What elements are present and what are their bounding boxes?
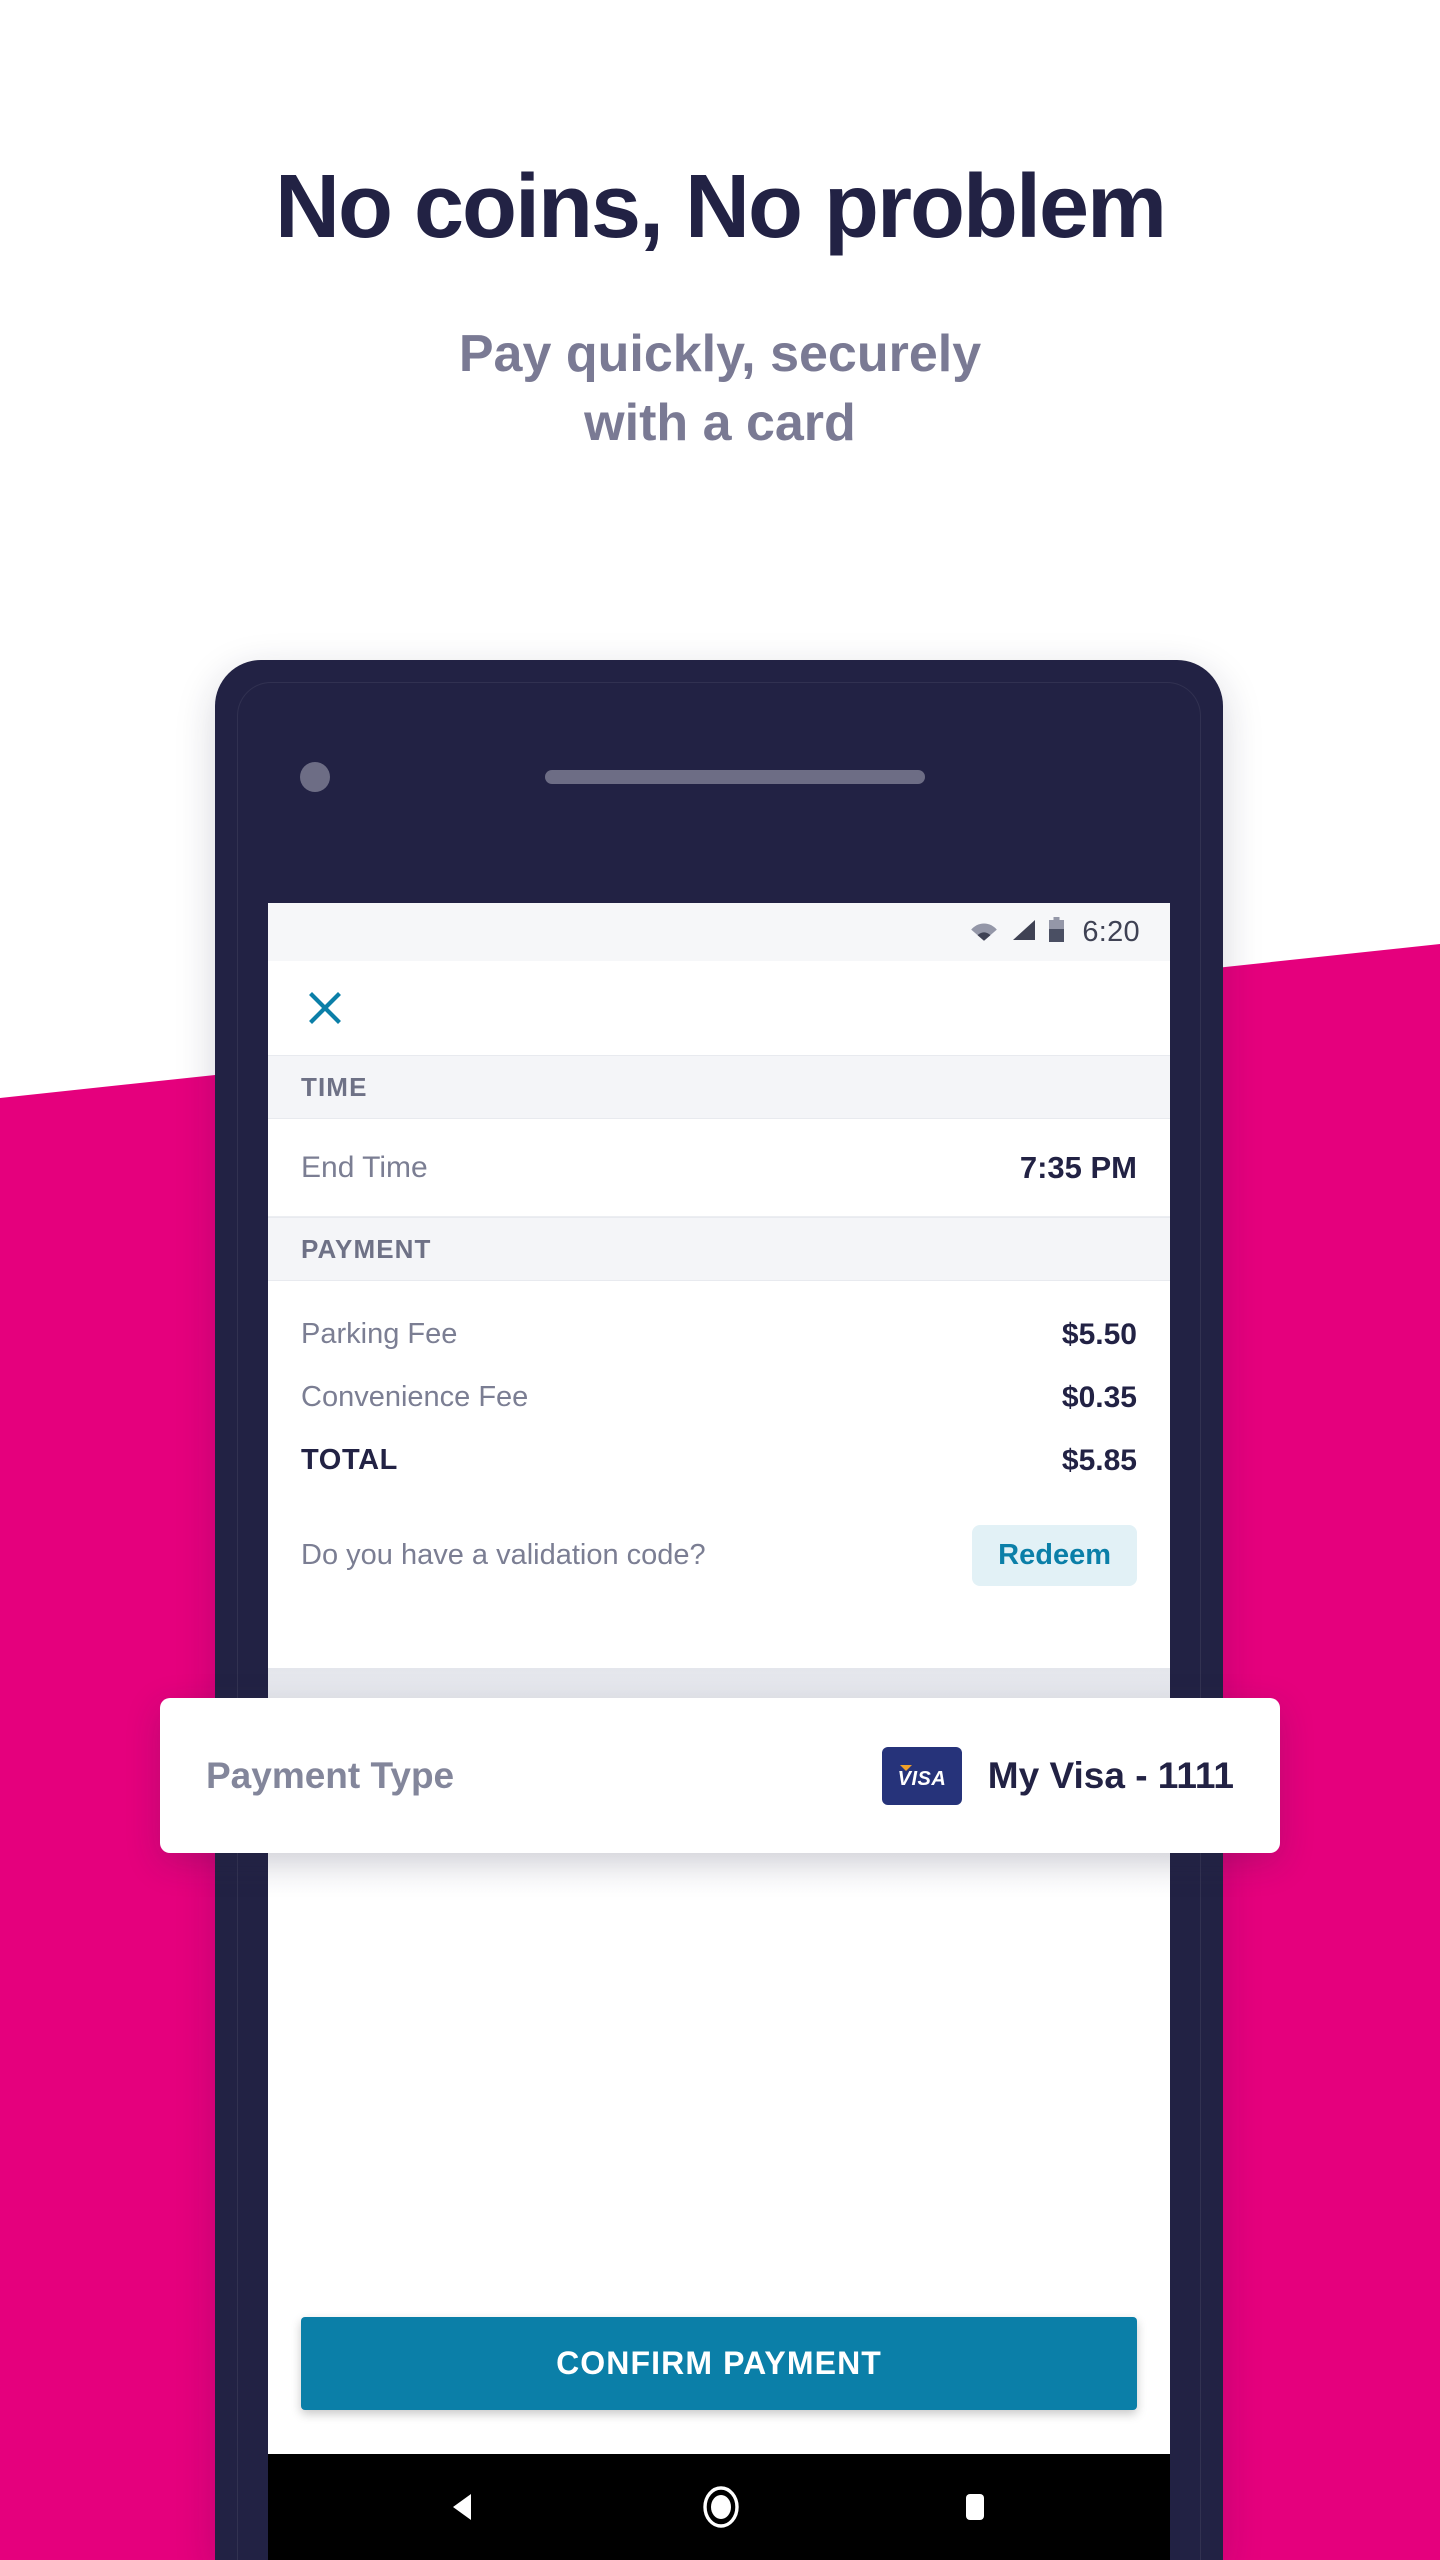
confirm-button-container: CONFIRM PAYMENT <box>268 2317 1170 2454</box>
promo-subtitle-line-1: Pay quickly, securely <box>458 325 982 383</box>
phone-camera-icon <box>300 762 330 792</box>
end-time-label: End Time <box>301 1150 428 1184</box>
payment-card-name: My Visa - 1111 <box>987 1754 1234 1796</box>
validation-code-row: Do you have a validation code? Redeem <box>268 1502 1170 1608</box>
payment-card-gap <box>268 1608 1170 1668</box>
fee-label: Convenience Fee <box>301 1381 529 1413</box>
confirm-payment-button[interactable]: CONFIRM PAYMENT <box>301 2317 1137 2410</box>
promo-text-block: No coins, No problem Pay quickly, secure… <box>0 0 1440 458</box>
fee-row-parking: Parking Fee $5.50 <box>268 1303 1170 1366</box>
payment-type-card[interactable]: Payment Type VISA My Visa - 1111 <box>160 1698 1280 1853</box>
battery-icon <box>1048 916 1065 948</box>
status-bar: 6:20 <box>268 903 1170 961</box>
back-triangle-icon[interactable] <box>445 2487 485 2527</box>
redeem-button[interactable]: Redeem <box>972 1524 1137 1586</box>
fee-value: $0.35 <box>1061 1380 1137 1414</box>
app-bar <box>268 961 1170 1055</box>
fee-row-convenience: Convenience Fee $0.35 <box>268 1366 1170 1429</box>
promo-subtitle: Pay quickly, securely with a card <box>0 320 1440 458</box>
fee-value: $5.50 <box>1061 1317 1137 1351</box>
fee-label: Parking Fee <box>301 1318 458 1350</box>
end-time-row[interactable]: End Time 7:35 PM <box>268 1119 1170 1217</box>
status-bar-time: 6:20 <box>1082 915 1140 948</box>
cellular-signal-icon <box>1010 918 1037 947</box>
close-icon[interactable] <box>301 984 349 1032</box>
visa-card-icon: VISA <box>881 1746 962 1805</box>
section-header-time: TIME <box>268 1055 1170 1119</box>
promo-subtitle-line-2: with a card <box>584 394 856 453</box>
android-nav-bar <box>268 2454 1170 2560</box>
screen-empty-space <box>268 1898 1170 2317</box>
home-circle-icon[interactable] <box>699 2485 743 2529</box>
svg-text:VISA: VISA <box>897 1768 946 1790</box>
payment-type-value: VISA My Visa - 1111 <box>881 1746 1234 1805</box>
total-value: $5.85 <box>1061 1443 1137 1477</box>
phone-speaker-grille <box>545 770 925 784</box>
fee-row-total: TOTAL $5.85 <box>268 1429 1170 1492</box>
end-time-value: 7:35 PM <box>1019 1149 1137 1185</box>
fees-block: Parking Fee $5.50 Convenience Fee $0.35 … <box>268 1281 1170 1492</box>
wifi-icon <box>969 918 999 947</box>
page-title: No coins, No problem <box>274 157 1167 257</box>
recents-square-icon[interactable] <box>957 2487 993 2527</box>
validation-code-prompt: Do you have a validation code? <box>301 1538 706 1571</box>
phone-mockup: 6:20 TIME End Time 7:35 PM PAYMENT Parki… <box>215 660 1223 2560</box>
total-label: TOTAL <box>301 1444 398 1476</box>
payment-type-label: Payment Type <box>206 1754 455 1796</box>
section-header-payment: PAYMENT <box>268 1217 1170 1281</box>
